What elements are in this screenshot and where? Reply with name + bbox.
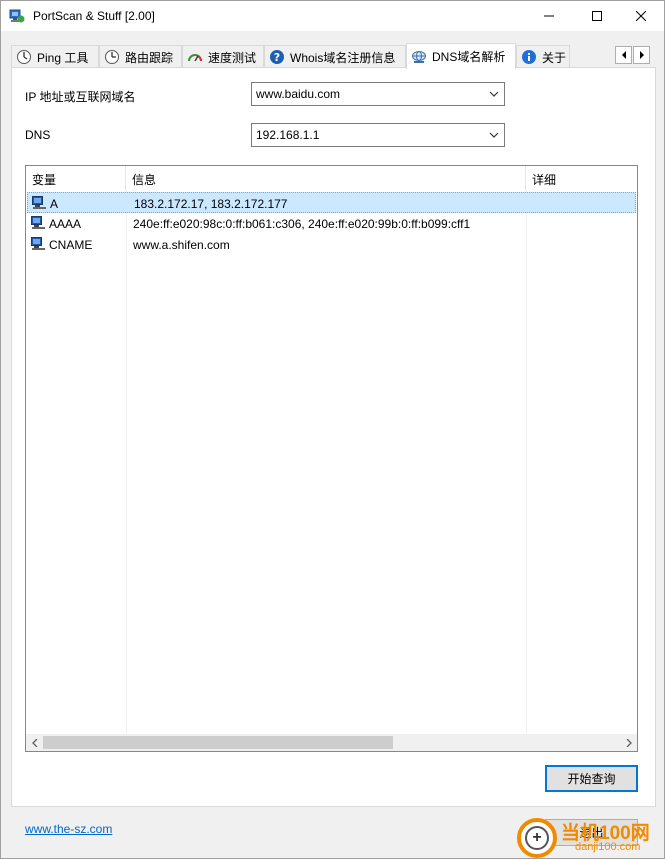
help-icon: ? xyxy=(270,50,284,64)
row-type: CNAME xyxy=(49,238,93,252)
minimize-icon xyxy=(544,15,554,17)
svg-text:?: ? xyxy=(274,51,280,64)
caret-left-icon xyxy=(621,51,626,59)
dns-label: DNS xyxy=(25,128,51,142)
row-info: www.a.shifen.com xyxy=(133,238,230,252)
row-type: A xyxy=(50,197,59,211)
minimize-button[interactable] xyxy=(526,1,572,31)
dns-value: 192.168.1.1 xyxy=(256,128,320,142)
tab-whois-label: Whois域名注册信息 xyxy=(290,50,396,65)
watermark-domain: danji100.com xyxy=(575,841,641,853)
host-label: IP 地址或互联网域名 xyxy=(25,90,136,104)
info-icon xyxy=(522,50,536,64)
caret-right-icon xyxy=(639,51,644,59)
traceroute-icon xyxy=(105,50,119,64)
scroll-left-button[interactable] xyxy=(26,734,43,751)
network-globe-icon xyxy=(412,50,426,63)
tab-ping[interactable]: Ping 工具 xyxy=(11,45,99,68)
tab-dns[interactable]: DNS域名解析 xyxy=(406,43,516,69)
tab-speedtest[interactable]: 速度测试 xyxy=(182,45,264,68)
computer-icon xyxy=(31,216,45,229)
tab-scroll-right-button[interactable] xyxy=(633,46,650,64)
column-header-info[interactable]: 信息 xyxy=(126,166,526,190)
website-link[interactable]: www.the-sz.com xyxy=(25,822,112,836)
table-row[interactable]: A 183.2.172.17, 183.2.172.177 xyxy=(27,192,636,213)
tab-bar: Ping 工具 路由跟踪 速度测试 ? Whois域名注册信息 DNS域名解析 … xyxy=(11,43,656,69)
close-button[interactable] xyxy=(618,1,664,31)
title-bar: PortScan & Stuff [2.00] xyxy=(1,1,664,31)
tab-ping-label: Ping 工具 xyxy=(37,50,89,65)
row-type: AAAA xyxy=(49,217,82,231)
watermark: + 当机100网 danji100.com xyxy=(517,816,665,859)
column-header-variable[interactable]: 变量 xyxy=(26,166,126,190)
host-combobox[interactable]: www.baidu.com xyxy=(251,82,505,106)
results-listview[interactable]: 变量 信息 详细 A 183.2.172.17, 183.2.172.177 A… xyxy=(25,165,638,752)
table-row[interactable]: AAAA 240e:ff:e020:98c:0:ff:b061:c306, 24… xyxy=(27,213,636,234)
chevron-left-icon xyxy=(31,738,37,747)
tab-scroll-left-button[interactable] xyxy=(615,46,632,64)
speedometer-icon xyxy=(188,54,202,62)
tab-traceroute[interactable]: 路由跟踪 xyxy=(99,45,182,68)
watermark-logo: + xyxy=(517,818,557,858)
dns-combobox[interactable]: 192.168.1.1 xyxy=(251,123,505,147)
dns-tab-page: IP 地址或互联网域名 www.baidu.com DNS 192.168.1.… xyxy=(11,67,656,807)
plus-icon: + xyxy=(525,826,549,850)
start-query-button[interactable]: 开始查询 xyxy=(545,765,638,792)
chevron-down-icon xyxy=(489,132,499,138)
app-icon xyxy=(9,9,25,23)
maximize-button[interactable] xyxy=(574,1,620,31)
window-title: PortScan & Stuff [2.00] xyxy=(33,9,155,23)
scroll-right-button[interactable] xyxy=(620,734,637,751)
column-divider xyxy=(526,190,527,736)
tab-traceroute-label: 路由跟踪 xyxy=(125,50,174,65)
tab-speedtest-label: 速度测试 xyxy=(208,50,257,65)
column-divider xyxy=(126,190,127,736)
maximize-icon xyxy=(592,11,602,21)
horizontal-scrollbar[interactable] xyxy=(26,734,637,751)
column-header-detail[interactable]: 详细 xyxy=(526,166,637,190)
row-info: 183.2.172.17, 183.2.172.177 xyxy=(134,197,288,211)
tab-about-label: 关于 xyxy=(542,50,567,65)
row-info: 240e:ff:e020:98c:0:ff:b061:c306, 240e:ff… xyxy=(133,217,471,231)
computer-icon xyxy=(32,196,46,209)
computer-icon xyxy=(31,237,45,250)
ping-icon xyxy=(17,50,31,64)
tab-dns-label: DNS域名解析 xyxy=(432,50,506,64)
tab-whois[interactable]: ? Whois域名注册信息 xyxy=(264,45,406,68)
app-window: PortScan & Stuff [2.00] Ping 工具 路由跟踪 速度测… xyxy=(0,0,665,859)
results-header: 变量 信息 详细 xyxy=(26,166,637,190)
chevron-right-icon xyxy=(626,738,632,747)
table-row[interactable]: CNAME www.a.shifen.com xyxy=(27,234,636,255)
close-icon xyxy=(636,11,646,21)
host-value: www.baidu.com xyxy=(256,87,341,101)
scrollbar-thumb[interactable] xyxy=(43,736,393,749)
chevron-down-icon xyxy=(489,91,499,97)
tab-about[interactable]: 关于 xyxy=(516,45,570,68)
